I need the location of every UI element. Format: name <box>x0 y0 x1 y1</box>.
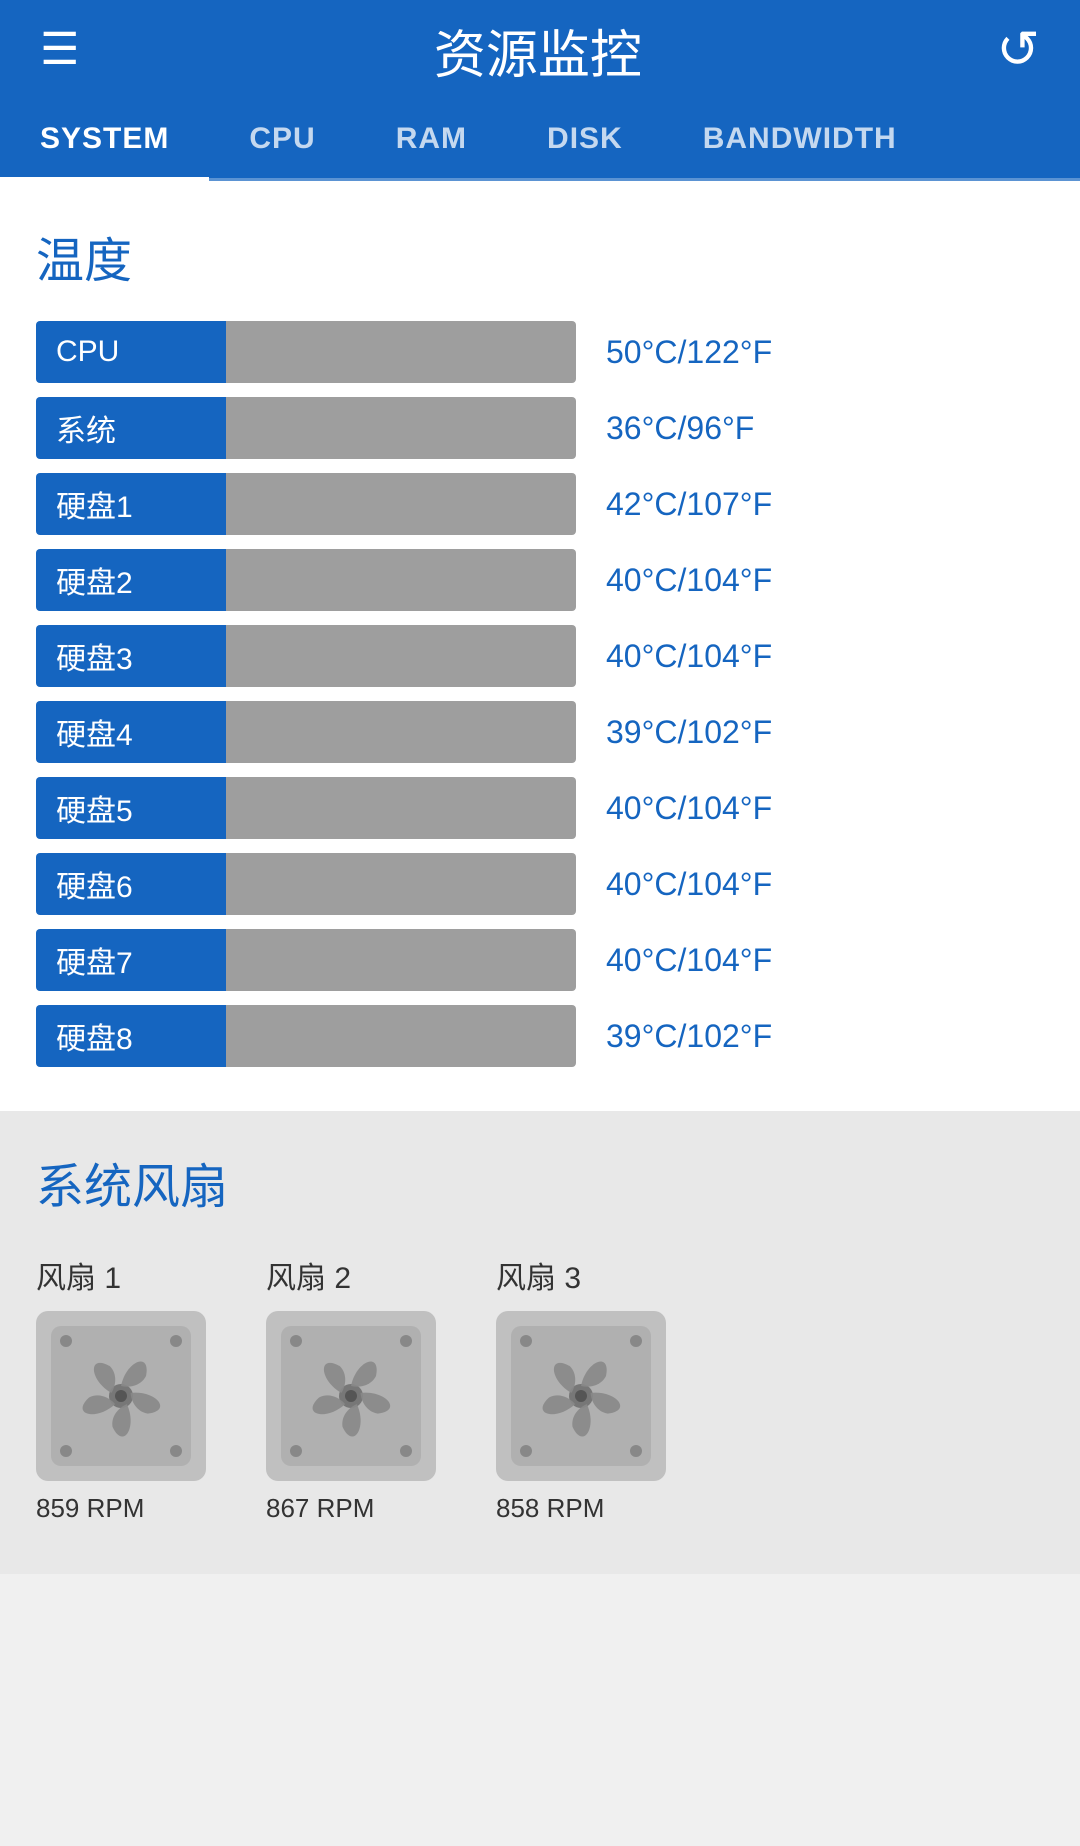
temp-row-9: 硬盘8 39°C/102°F <box>36 1005 1044 1067</box>
temp-row-3: 硬盘2 40°C/104°F <box>36 549 1044 611</box>
fan-rpm-1: 867 RPM <box>266 1493 374 1524</box>
tab-bar: SYSTEMCPURAMDISKBANDWIDTH <box>0 100 1080 181</box>
fan-icon-0 <box>36 1311 206 1481</box>
temp-label-4: 硬盘3 <box>36 625 226 687</box>
temp-label-2: 硬盘1 <box>36 473 226 535</box>
fan-item-1: 风扇 2 867 RPM <box>266 1253 436 1524</box>
fan-label-2: 风扇 3 <box>496 1253 581 1297</box>
fan-icon-1 <box>266 1311 436 1481</box>
temp-bar-1: 系统 <box>36 397 576 459</box>
temp-bar-7: 硬盘6 <box>36 853 576 915</box>
temp-fill-8 <box>226 929 576 991</box>
fan-label-0: 风扇 1 <box>36 1253 121 1297</box>
fan-label-1: 风扇 2 <box>266 1253 351 1297</box>
temp-fill-9 <box>226 1005 576 1067</box>
temp-bar-2: 硬盘1 <box>36 473 576 535</box>
temp-label-1: 系统 <box>36 397 226 459</box>
tab-cpu[interactable]: CPU <box>209 100 355 178</box>
temp-bar-6: 硬盘5 <box>36 777 576 839</box>
tab-ram[interactable]: RAM <box>356 100 507 178</box>
temp-bar-5: 硬盘4 <box>36 701 576 763</box>
temp-value-2: 42°C/107°F <box>606 486 772 523</box>
temp-value-0: 50°C/122°F <box>606 334 772 371</box>
temp-value-5: 39°C/102°F <box>606 714 772 751</box>
tab-system[interactable]: SYSTEM <box>0 100 209 178</box>
temperature-section: 温度 CPU 50°C/122°F 系统 36°C/96°F 硬盘1 42°C/… <box>0 181 1080 1111</box>
temp-row-0: CPU 50°C/122°F <box>36 321 1044 383</box>
menu-icon[interactable]: ☰ <box>40 28 79 72</box>
temp-label-3: 硬盘2 <box>36 549 226 611</box>
temp-label-5: 硬盘4 <box>36 701 226 763</box>
fan-svg-0 <box>51 1326 191 1466</box>
temp-value-7: 40°C/104°F <box>606 866 772 903</box>
temp-label-6: 硬盘5 <box>36 777 226 839</box>
temp-label-8: 硬盘7 <box>36 929 226 991</box>
fan-item-2: 风扇 3 858 RPM <box>496 1253 666 1524</box>
temp-bar-3: 硬盘2 <box>36 549 576 611</box>
fans-row: 风扇 1 859 RPM 风扇 2 <box>36 1253 1044 1524</box>
fan-section-title: 系统风扇 <box>36 1147 1044 1217</box>
temp-fill-6 <box>226 777 576 839</box>
fan-svg-1 <box>281 1326 421 1466</box>
temp-fill-7 <box>226 853 576 915</box>
temp-fill-1 <box>226 397 576 459</box>
temp-value-8: 40°C/104°F <box>606 942 772 979</box>
temp-fill-2 <box>226 473 576 535</box>
temp-row-2: 硬盘1 42°C/107°F <box>36 473 1044 535</box>
temp-fill-3 <box>226 549 576 611</box>
temp-row-5: 硬盘4 39°C/102°F <box>36 701 1044 763</box>
fan-rpm-0: 859 RPM <box>36 1493 144 1524</box>
temp-value-3: 40°C/104°F <box>606 562 772 599</box>
temp-value-4: 40°C/104°F <box>606 638 772 675</box>
refresh-icon[interactable]: ↺ <box>996 20 1040 80</box>
fan-item-0: 风扇 1 859 RPM <box>36 1253 206 1524</box>
temp-value-1: 36°C/96°F <box>606 410 754 447</box>
temp-bar-4: 硬盘3 <box>36 625 576 687</box>
temp-row-4: 硬盘3 40°C/104°F <box>36 625 1044 687</box>
temp-value-9: 39°C/102°F <box>606 1018 772 1055</box>
temp-fill-5 <box>226 701 576 763</box>
temp-row-8: 硬盘7 40°C/104°F <box>36 929 1044 991</box>
temp-fill-0 <box>226 321 576 383</box>
fan-section: 系统风扇 风扇 1 859 RPM 风扇 2 <box>0 1111 1080 1574</box>
page-title: 资源监控 <box>434 13 642 88</box>
temp-row-7: 硬盘6 40°C/104°F <box>36 853 1044 915</box>
temp-label-7: 硬盘6 <box>36 853 226 915</box>
fan-svg-2 <box>511 1326 651 1466</box>
temp-row-6: 硬盘5 40°C/104°F <box>36 777 1044 839</box>
temp-fill-4 <box>226 625 576 687</box>
tab-disk[interactable]: DISK <box>507 100 663 178</box>
temp-bar-0: CPU <box>36 321 576 383</box>
fan-icon-2 <box>496 1311 666 1481</box>
temp-bar-9: 硬盘8 <box>36 1005 576 1067</box>
temp-bar-8: 硬盘7 <box>36 929 576 991</box>
temperature-title: 温度 <box>36 221 1044 291</box>
tab-bandwidth[interactable]: BANDWIDTH <box>663 100 937 178</box>
fan-rpm-2: 858 RPM <box>496 1493 604 1524</box>
temp-row-1: 系统 36°C/96°F <box>36 397 1044 459</box>
temp-label-9: 硬盘8 <box>36 1005 226 1067</box>
temp-label-0: CPU <box>36 321 226 383</box>
header: ☰ 资源监控 ↺ <box>0 0 1080 100</box>
temp-value-6: 40°C/104°F <box>606 790 772 827</box>
